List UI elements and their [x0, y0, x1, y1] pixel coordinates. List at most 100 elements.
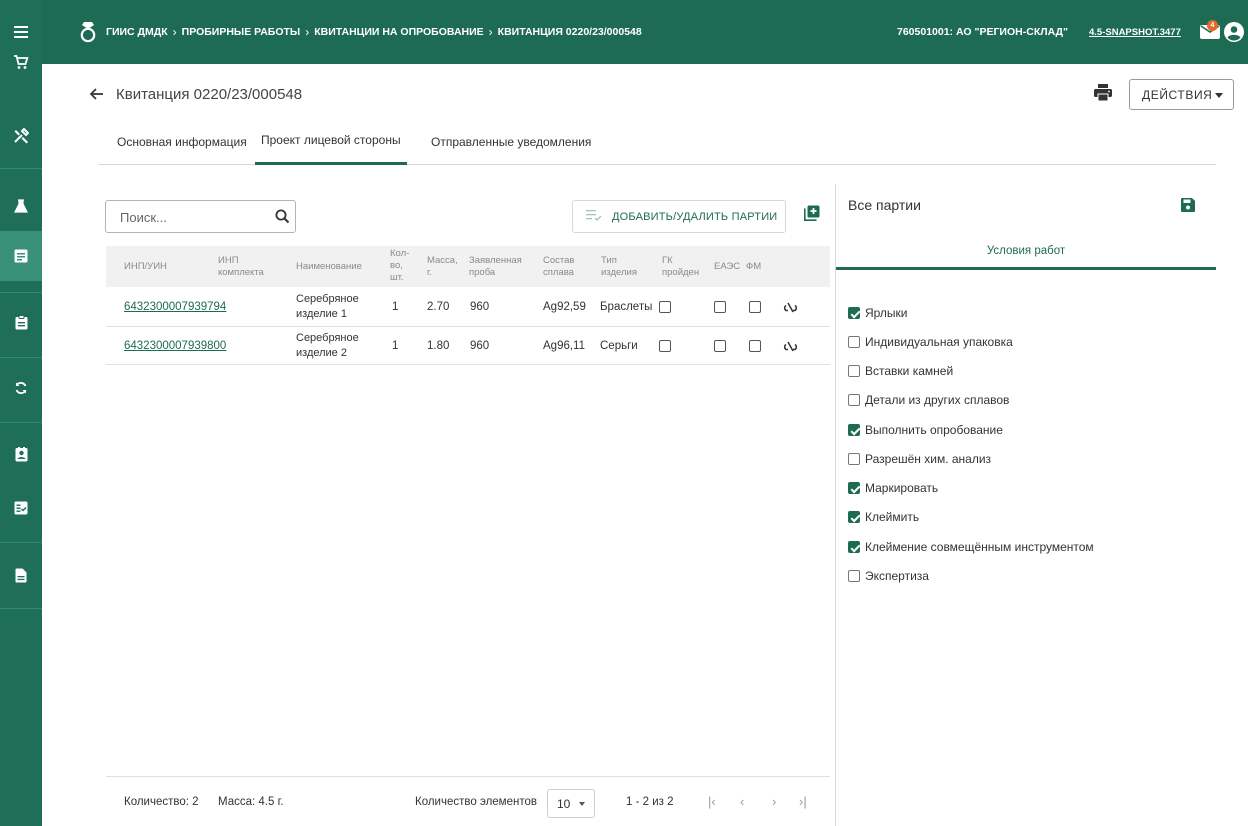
sidebar-divider: [0, 608, 42, 609]
version-link[interactable]: 4.5-SNAPSHOT.3477: [1089, 0, 1181, 64]
actions-dropdown-button[interactable]: Действия: [1129, 79, 1234, 110]
col-gk-line1: ГК: [662, 255, 673, 266]
checklist-icon[interactable]: [0, 496, 42, 520]
checkbox-unchecked[interactable]: [848, 453, 860, 465]
add-box-icon[interactable]: [804, 205, 820, 224]
flask-icon[interactable]: [0, 194, 42, 218]
menu-icon[interactable]: [0, 20, 42, 44]
per-page-select[interactable]: 10: [547, 789, 595, 818]
col-inp[interactable]: ИНП/УИН: [124, 261, 167, 273]
col-qty[interactable]: Кол- во, шт.: [390, 248, 409, 284]
last-page-icon[interactable]: ›|: [799, 794, 807, 809]
table-header: ИНП/УИН ИНП комплекта Наименование Кол- …: [106, 246, 830, 287]
tools-icon[interactable]: [0, 124, 42, 148]
row-inp-link[interactable]: 6432300007939800: [124, 339, 226, 354]
checkbox-unchecked[interactable]: [848, 336, 860, 348]
tab-work-conditions[interactable]: Условия работ: [836, 232, 1216, 270]
option-hallmark[interactable]: Клеймить: [848, 509, 919, 525]
col-kit-inp-line2: комплекта: [218, 267, 264, 278]
table-row[interactable]: 6432300007939800 Серебряное изделие 2 1 …: [106, 327, 830, 365]
row-inp-link[interactable]: 6432300007939794: [124, 300, 226, 315]
option-chem-analysis-allowed[interactable]: Разрешён хим. анализ: [848, 451, 991, 467]
page-range: 1 - 2 из 2: [626, 796, 674, 808]
col-probe-line2: проба: [469, 267, 496, 278]
option-stone-inserts[interactable]: Вставки камней: [848, 363, 953, 379]
col-type-line1: Тип: [601, 255, 617, 266]
option-perform-assay[interactable]: Выполнить опробование: [848, 422, 1003, 438]
breadcrumb-chevron-icon: ›: [488, 25, 493, 39]
table-row[interactable]: 6432300007939794 Серебряное изделие 1 1 …: [106, 289, 830, 327]
notification-badge: 4: [1207, 20, 1218, 31]
panel-divider: [835, 184, 836, 826]
col-eaes[interactable]: ЕАЭС: [714, 261, 740, 273]
col-gk[interactable]: ГК пройден: [662, 255, 699, 279]
per-page-label: Количество элементов: [415, 796, 537, 808]
checkbox-unchecked[interactable]: [848, 394, 860, 406]
row-probe: 960: [470, 301, 490, 313]
tab-bar: Основная информация Проект лицевой сторо…: [98, 118, 1216, 165]
checkbox-checked[interactable]: [848, 307, 860, 319]
print-icon[interactable]: [1094, 84, 1112, 104]
next-page-icon[interactable]: ›: [772, 794, 776, 809]
gk-passed-checkbox[interactable]: [659, 340, 671, 352]
row-mass: 1.80: [427, 340, 450, 352]
organization-label[interactable]: 760501001: АО "РЕГИОН-СКЛАД": [897, 0, 1068, 64]
checkbox-checked[interactable]: [848, 482, 860, 494]
search-input[interactable]: [120, 208, 260, 226]
top-bar: ГИИС ДМДК › ПРОБИРНЫЕ РАБОТЫ › КВИТАНЦИИ…: [42, 0, 1248, 64]
row-name: Серебряное изделие 1: [296, 292, 359, 322]
breadcrumb-app[interactable]: ГИИС ДМДК: [106, 26, 168, 38]
user-account-icon[interactable]: [1223, 21, 1245, 46]
diamond-ring-logo-icon: [78, 21, 98, 46]
save-icon[interactable]: [1181, 198, 1195, 215]
sync-icon[interactable]: [0, 376, 42, 400]
checkbox-checked[interactable]: [848, 541, 860, 553]
search-icon[interactable]: [275, 209, 290, 227]
checkbox-checked[interactable]: [848, 424, 860, 436]
col-mass[interactable]: Масса, г.: [427, 255, 458, 279]
option-expertise[interactable]: Экспертиза: [848, 568, 929, 584]
clipboard-icon[interactable]: [0, 310, 42, 334]
checkbox-unchecked[interactable]: [848, 365, 860, 377]
sidebar-divider: [0, 292, 42, 293]
tab-face-draft[interactable]: Проект лицевой стороны: [255, 118, 407, 165]
col-qty-line3: шт.: [390, 272, 404, 283]
link-off-icon[interactable]: [782, 300, 799, 318]
prev-page-icon[interactable]: ‹: [740, 794, 744, 809]
fm-checkbox[interactable]: [749, 301, 761, 313]
option-mark[interactable]: Маркировать: [848, 480, 938, 496]
back-arrow-icon[interactable]: [88, 86, 104, 102]
add-remove-batches-button[interactable]: ДОБАВИТЬ/УДАЛИТЬ ПАРТИИ: [572, 200, 786, 233]
right-panel-title: Все партии: [848, 197, 921, 213]
tab-sent-notifications[interactable]: Отправленные уведомления: [431, 118, 591, 165]
col-mass-line1: Масса,: [427, 255, 458, 266]
breadcrumb-assay-works[interactable]: ПРОБИРНЫЕ РАБОТЫ: [182, 26, 301, 38]
col-mass-line2: г.: [427, 267, 432, 278]
option-other-alloy-parts[interactable]: Детали из других сплавов: [848, 392, 1009, 408]
contact-card-icon[interactable]: [0, 442, 42, 466]
breadcrumb-receipts[interactable]: КВИТАНЦИИ НА ОПРОБОВАНИЕ: [314, 26, 483, 38]
search-box: [105, 200, 296, 233]
checkbox-checked[interactable]: [848, 511, 860, 523]
col-kit-inp[interactable]: ИНП комплекта: [218, 255, 264, 279]
col-probe[interactable]: Заявленная проба: [469, 255, 522, 279]
cart-icon[interactable]: [0, 50, 42, 74]
option-labels[interactable]: Ярлыки: [848, 305, 908, 321]
fm-checkbox[interactable]: [749, 340, 761, 352]
link-off-icon[interactable]: [782, 339, 799, 357]
row-name-line1: Серебряное: [296, 332, 359, 344]
eaes-checkbox[interactable]: [714, 340, 726, 352]
col-alloy[interactable]: Состав сплава: [543, 255, 574, 279]
col-fm[interactable]: ФМ: [746, 261, 761, 273]
file-icon[interactable]: [0, 563, 42, 587]
checkbox-unchecked[interactable]: [848, 570, 860, 582]
option-individual-packaging[interactable]: Индивидуальная упаковка: [848, 334, 1013, 350]
document-list-icon[interactable]: [0, 244, 42, 268]
option-combined-tool-hallmark[interactable]: Клеймение совмещённым инструментом: [848, 539, 1094, 555]
first-page-icon[interactable]: |‹: [708, 794, 716, 809]
gk-passed-checkbox[interactable]: [659, 301, 671, 313]
col-type[interactable]: Тип изделия: [601, 255, 637, 279]
col-name[interactable]: Наименование: [296, 261, 362, 273]
eaes-checkbox[interactable]: [714, 301, 726, 313]
tab-main-info[interactable]: Основная информация: [117, 118, 247, 165]
